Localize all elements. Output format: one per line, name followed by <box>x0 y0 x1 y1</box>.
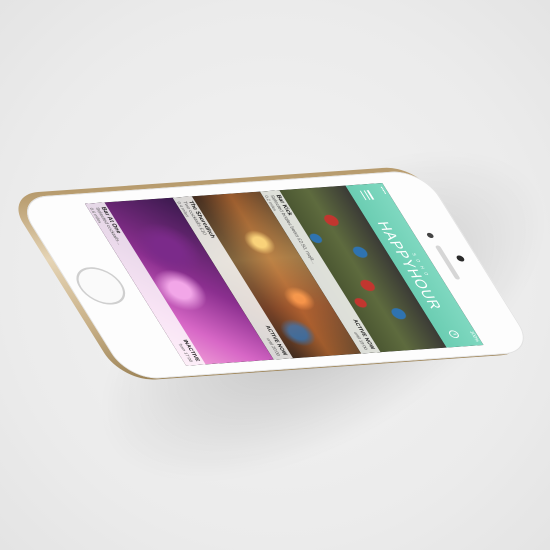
proximity-sensor <box>425 232 435 239</box>
app-screen: ••••• 100% S O H O HAPPYHOUR Bar Kick Se… <box>84 183 484 366</box>
front-camera <box>455 255 466 262</box>
home-button[interactable] <box>67 265 134 307</box>
stage: ••••• 100% S O H O HAPPYHOUR Bar Kick Se… <box>0 0 550 550</box>
